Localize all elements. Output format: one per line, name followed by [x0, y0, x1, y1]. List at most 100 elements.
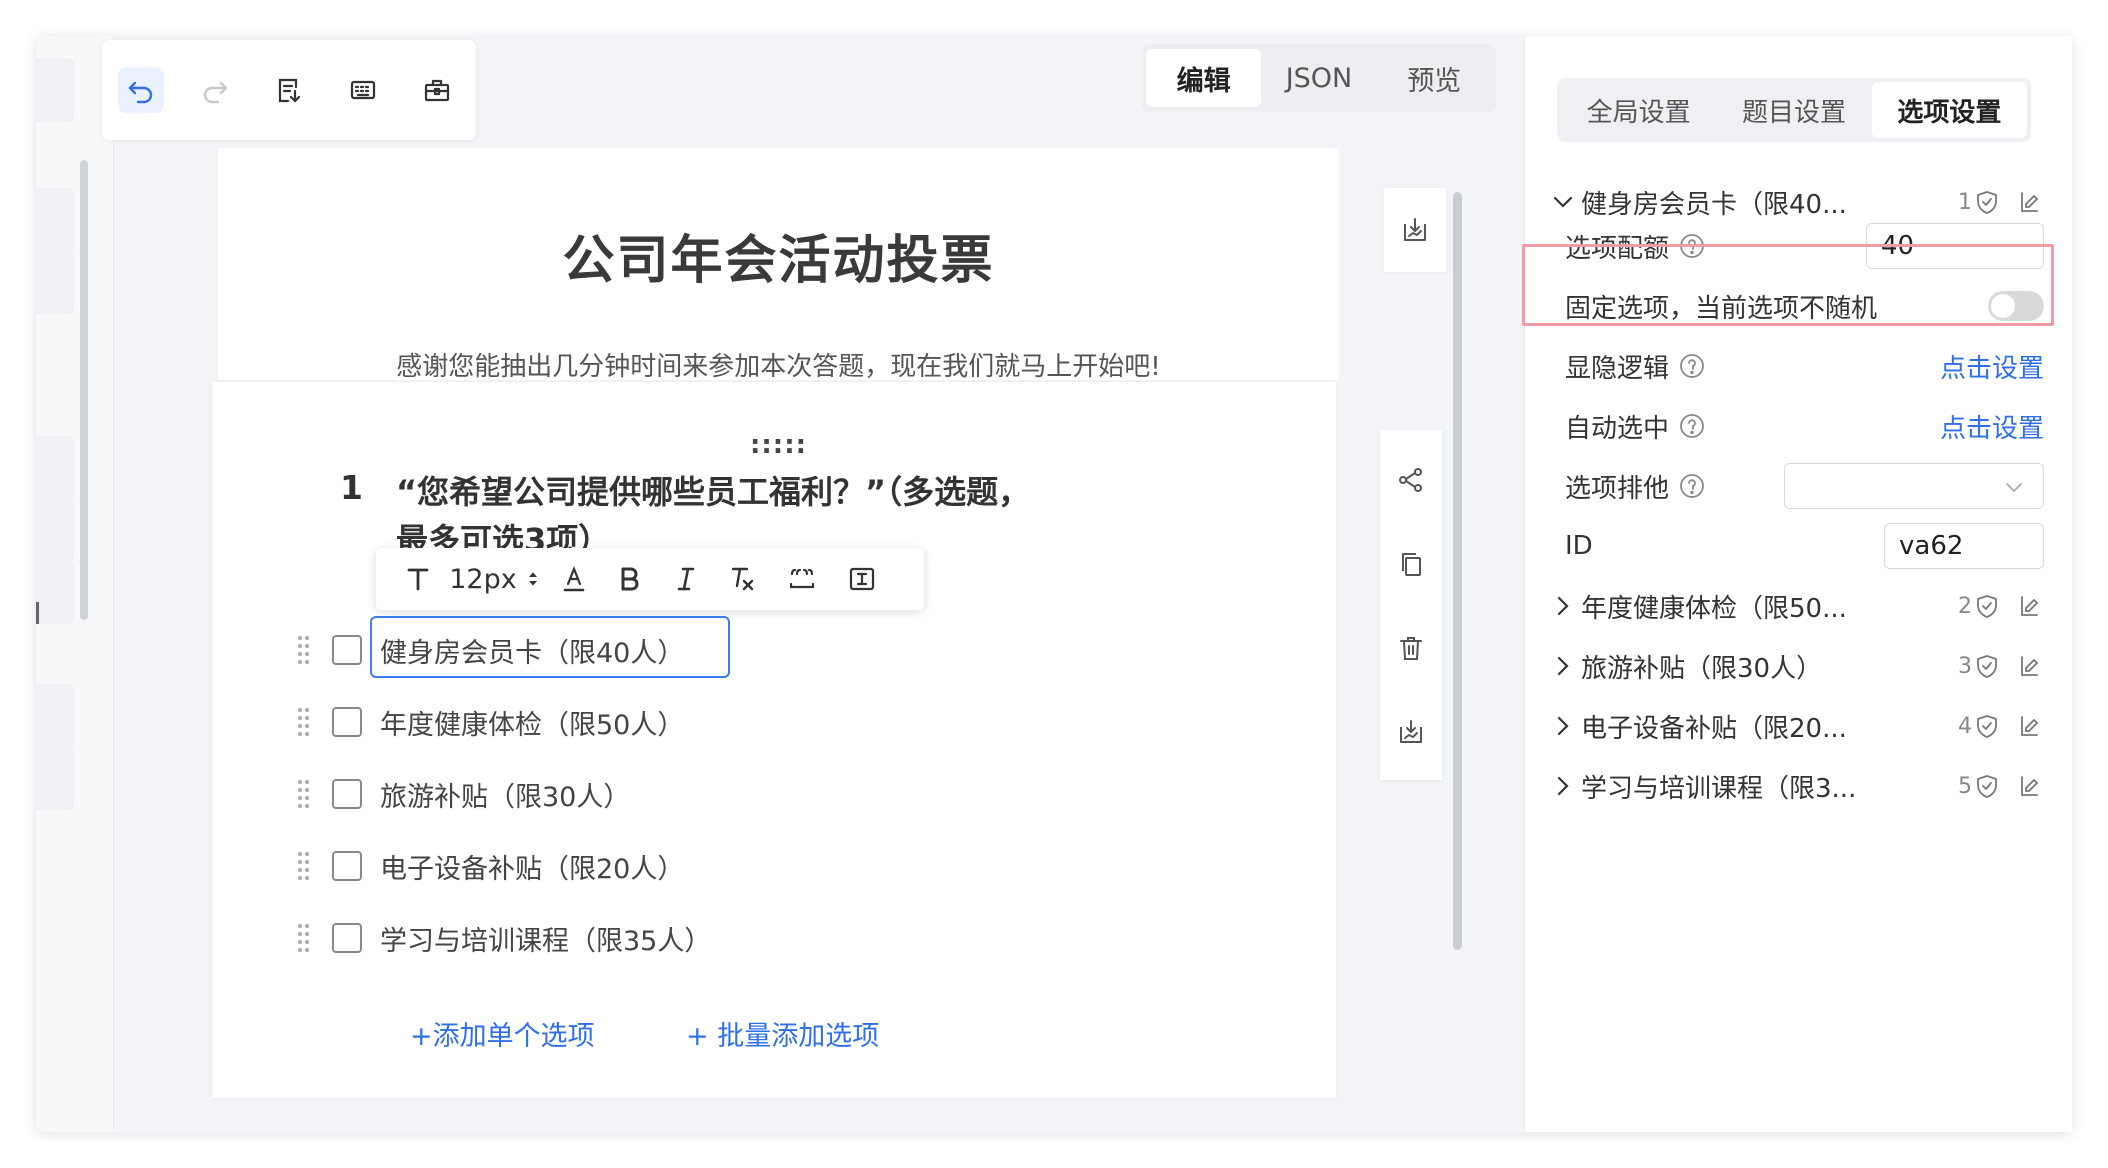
save-template-button[interactable]: [1384, 188, 1446, 272]
id-input[interactable]: va62: [1884, 523, 2044, 569]
logic-button[interactable]: [1380, 438, 1442, 522]
option-label[interactable]: 电子设备补贴（限20人）: [380, 847, 684, 886]
insert-blank-button[interactable]: [834, 548, 890, 610]
delete-question-button[interactable]: [1380, 606, 1442, 690]
shield-check-icon[interactable]: [1974, 189, 2000, 215]
chevron-right-icon: [1557, 596, 1569, 616]
option-checkbox[interactable]: [332, 779, 362, 809]
option-group-collapsed[interactable]: 电子设备补贴（限20... 4: [1551, 696, 2044, 756]
option-item[interactable]: 健身房会员卡（限40人）: [296, 614, 1096, 686]
option-item[interactable]: 电子设备补贴（限20人）: [296, 830, 1096, 902]
tab-json[interactable]: JSON: [1261, 49, 1376, 107]
help-icon[interactable]: [1679, 353, 1705, 379]
sidebar-scrollbar[interactable]: [80, 160, 88, 620]
option-checkbox[interactable]: [332, 635, 362, 665]
toolbox-button[interactable]: [414, 67, 460, 113]
sidebar-block[interactable]: [36, 746, 74, 810]
logic-label: 显隐逻辑: [1565, 353, 1670, 384]
option-label[interactable]: 学习与培训课程（限35人）: [380, 919, 711, 958]
undo-button[interactable]: [118, 67, 164, 113]
text-style-button[interactable]: [390, 548, 446, 610]
option-group-collapsed[interactable]: 旅游补贴（限30人） 3: [1551, 636, 2044, 696]
tab-question-settings[interactable]: 题目设置: [1716, 82, 1871, 138]
option-group-index: 3: [1958, 653, 1972, 679]
auto-select-label: 自动选中: [1565, 413, 1670, 444]
option-group-label: 电子设备补贴（限20...: [1581, 713, 1847, 744]
sidebar-block[interactable]: [36, 58, 74, 122]
sidebar-block[interactable]: [36, 436, 74, 500]
edit-note-icon[interactable]: [2016, 653, 2042, 679]
edit-note-icon[interactable]: [2016, 713, 2042, 739]
add-single-option-button[interactable]: +添加单个选项: [410, 1014, 595, 1053]
bold-button[interactable]: [602, 548, 658, 610]
option-drag-handle[interactable]: [296, 634, 310, 664]
auto-select-settings-link[interactable]: 点击设置: [1940, 408, 2044, 445]
sidebar-block[interactable]: [36, 684, 74, 748]
option-checkbox[interactable]: [332, 851, 362, 881]
keyboard-button[interactable]: [340, 67, 386, 113]
option-drag-handle[interactable]: [296, 850, 310, 880]
logic-settings-link[interactable]: 点击设置: [1940, 348, 2044, 385]
import-doc-icon: [278, 78, 301, 103]
redo-button[interactable]: [192, 67, 238, 113]
survey-description[interactable]: 感谢您能抽出几分钟时间来参加本次答题，现在我们就马上开始吧!: [218, 346, 1339, 383]
sidebar-block[interactable]: [36, 250, 74, 314]
sidebar-block[interactable]: [36, 188, 74, 252]
shield-check-icon[interactable]: [1974, 773, 2000, 799]
edit-note-icon[interactable]: [2016, 593, 2042, 619]
clear-format-button[interactable]: [714, 548, 770, 610]
survey-header-card[interactable]: 公司年会活动投票 感谢您能抽出几分钟时间来参加本次答题，现在我们就马上开始吧!: [218, 148, 1339, 383]
sidebar-block[interactable]: [36, 560, 74, 624]
tab-global-settings[interactable]: 全局设置: [1561, 82, 1716, 138]
import-button[interactable]: [266, 67, 312, 113]
help-icon[interactable]: [1679, 473, 1705, 499]
font-size-value: 12px: [449, 563, 517, 595]
exclusive-select[interactable]: [1784, 463, 2044, 509]
font-color-button[interactable]: [546, 548, 602, 610]
survey-title[interactable]: 公司年会活动投票: [218, 218, 1339, 293]
tab-edit[interactable]: 编辑: [1146, 49, 1262, 107]
option-item[interactable]: 旅游补贴（限30人）: [296, 758, 1096, 830]
option-label[interactable]: 旅游补贴（限30人）: [380, 775, 630, 814]
italic-button[interactable]: [658, 548, 714, 610]
option-item[interactable]: 年度健康体检（限50人）: [296, 686, 1096, 758]
option-checkbox[interactable]: [332, 707, 362, 737]
option-item[interactable]: 学习与培训课程（限35人）: [296, 902, 1096, 974]
option-group-collapsed[interactable]: 年度健康体检（限50... 2: [1551, 576, 2044, 636]
question-drag-handle[interactable]: :::::: [750, 432, 807, 458]
option-label[interactable]: 年度健康体检（限50人）: [380, 703, 684, 742]
logic-row: 显隐逻辑 点击设置: [1565, 336, 2044, 396]
question-side-actions: [1380, 430, 1442, 780]
edit-note-icon[interactable]: [2016, 773, 2042, 799]
shield-check-icon[interactable]: [1974, 593, 2000, 619]
left-sidebar: [36, 36, 114, 1132]
canvas-scrollbar[interactable]: [1453, 192, 1462, 950]
option-drag-handle[interactable]: [296, 706, 310, 736]
tab-option-settings[interactable]: 选项设置: [1871, 82, 2027, 138]
tab-preview[interactable]: 预览: [1377, 49, 1492, 107]
option-group-collapsed[interactable]: 学习与培训课程（限3... 5: [1551, 756, 2044, 816]
help-icon[interactable]: [1679, 413, 1705, 439]
option-drag-handle[interactable]: [296, 778, 310, 808]
question-number: 1: [340, 468, 363, 507]
shield-check-icon[interactable]: [1974, 713, 2000, 739]
sort-arrows-icon: [528, 572, 537, 586]
question-title[interactable]: “您希望公司提供哪些员工福利？”（多选题，最多可选3项）: [396, 468, 1036, 554]
option-checkbox[interactable]: [332, 923, 362, 953]
font-size-select[interactable]: 12px: [446, 548, 546, 610]
option-label[interactable]: 健身房会员卡（限40人）: [380, 631, 684, 670]
option-drag-handle[interactable]: [296, 922, 310, 952]
option-group-index: 4: [1958, 713, 1972, 739]
shield-check-icon[interactable]: [1974, 653, 2000, 679]
add-batch-options-button[interactable]: + 批量添加选项: [686, 1014, 879, 1053]
insert-blank-icon: [849, 567, 875, 591]
save-question-button[interactable]: [1380, 690, 1442, 774]
settings-panel: 全局设置 题目设置 选项设置 健身房会员卡（限40... 1 选项配额 40 固…: [1524, 36, 2072, 1132]
sidebar-block[interactable]: [36, 498, 74, 562]
edit-note-icon[interactable]: [2016, 189, 2042, 215]
copy-question-button[interactable]: [1380, 522, 1442, 606]
exclusive-row: 选项排他: [1565, 456, 2044, 516]
quote-button[interactable]: [770, 548, 834, 610]
save-icon: [1404, 218, 1426, 241]
share-nodes-icon: [1399, 468, 1422, 492]
